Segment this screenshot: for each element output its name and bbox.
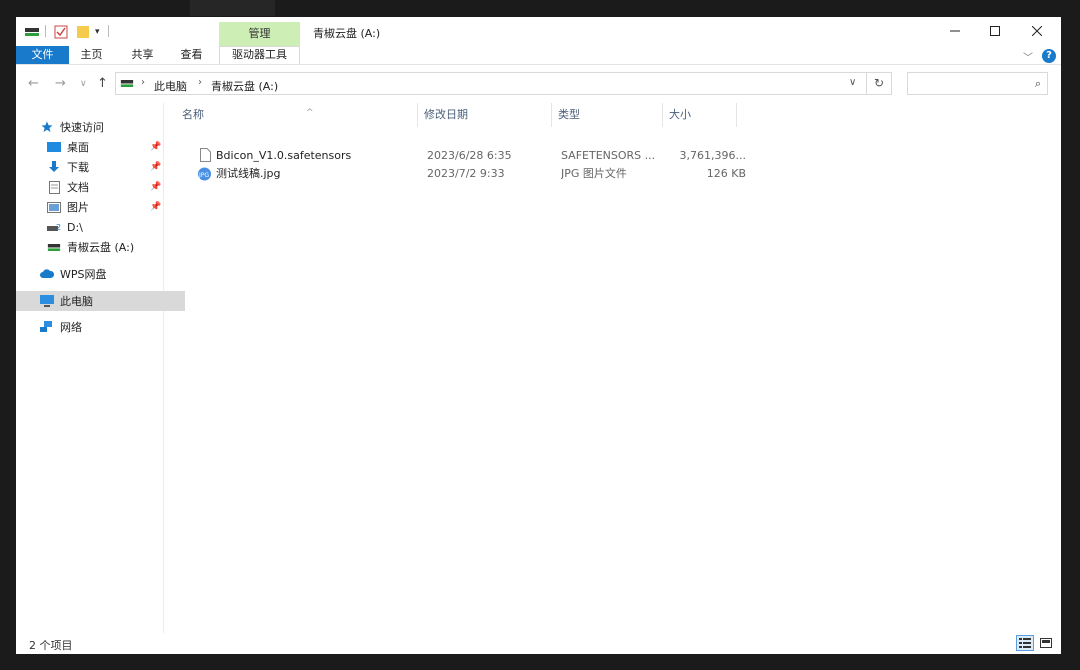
pin-icon: 📌 [150,142,162,152]
sidebar-item-label: 文档 [67,181,89,194]
sidebar-item-label: 网络 [60,321,82,334]
file-size: 3,761,396... [679,149,746,162]
title-bar: ▾ 管理 青椒云盘 (A:) [16,17,1061,46]
recent-locations-icon[interactable]: ∨ [80,79,87,89]
network-icon [40,320,54,334]
refresh-icon[interactable]: ↻ [867,72,892,95]
file-name: 测试线稿.jpg [216,167,281,180]
file-type: JPG 图片文件 [561,167,627,180]
sidebar-item-label: D:\ [67,220,83,234]
column-label: 名称 [182,108,204,121]
sidebar-item-label: WPS网盘 [60,268,107,281]
column-header-type[interactable]: 类型 [552,103,663,127]
column-header-name[interactable]: 名称 ^ [176,103,418,127]
address-dropdown-icon[interactable]: ∨ [849,77,856,88]
ribbon-expand-icon[interactable]: ﹀ [1023,49,1033,64]
customize-toolbar-icon[interactable]: ▾ [95,24,100,40]
forward-icon[interactable]: → [55,76,66,91]
ribbon-tabs: 文件 主页 共享 查看 驱动器工具 [16,46,1061,65]
search-input[interactable]: ⌕ [907,72,1048,95]
tab-file[interactable]: 文件 [16,46,69,64]
drive-location-icon [120,78,134,92]
drive-icon: 2 [47,220,61,234]
table-row[interactable]: JPG 测试线稿.jpg 2023/7/2 9:33 JPG 图片文件 126 … [176,165,756,183]
sidebar-item-wps-drive[interactable]: WPS网盘 [16,264,185,284]
jpg-image-icon: JPG [197,167,212,184]
tab-share[interactable]: 共享 [124,46,161,64]
pin-icon: 📌 [150,162,162,172]
network-drive-icon [47,240,61,254]
up-icon[interactable]: ↑ [97,76,108,91]
new-folder-icon[interactable] [76,24,90,40]
column-header-date[interactable]: 修改日期 [418,103,552,127]
sidebar-item-label: 桌面 [67,141,89,154]
file-date: 2023/6/28 6:35 [427,149,512,162]
minimize-button[interactable] [934,20,976,42]
computer-icon [40,294,54,308]
sidebar-item-label: 下载 [67,161,89,174]
file-size: 126 KB [706,167,746,180]
drive-app-icon [24,24,40,40]
status-bar: 2 个项目 [16,633,1061,654]
background-shape [190,0,275,16]
svg-text:2: 2 [56,223,61,232]
sidebar-item-label: 快速访问 [60,121,104,134]
tab-view[interactable]: 查看 [173,46,210,64]
file-date: 2023/7/2 9:33 [427,167,505,180]
sort-ascending-icon: ^ [306,108,314,118]
desktop-icon [47,140,61,154]
breadcrumb-this-pc[interactable]: 此电脑 [154,78,187,94]
tab-home[interactable]: 主页 [73,46,110,64]
breadcrumb-drive[interactable]: 青椒云盘 (A:) [211,78,278,94]
sidebar-item-label: 此电脑 [60,295,93,308]
download-icon [47,160,61,174]
breadcrumb-chevron-icon[interactable]: › [198,77,202,88]
sidebar-item-network[interactable]: 网络 [16,317,185,337]
star-icon [40,120,54,134]
close-button[interactable] [1016,20,1058,42]
sidebar-item-label: 青椒云盘 (A:) [67,241,135,254]
back-icon[interactable]: ← [28,76,39,91]
sidebar-item-this-pc[interactable]: 此电脑 [16,291,185,311]
file-name: Bdicon_V1.0.safetensors [216,149,352,162]
window-title: 青椒云盘 (A:) [313,27,381,40]
explorer-window: ▾ 管理 青椒云盘 (A:) 文件 主页 共享 查看 驱动器工具 ﹀ ? ← →… [16,17,1061,654]
sidebar-item-label: 图片 [67,201,89,214]
cloud-icon [40,267,54,281]
pictures-icon [47,200,61,214]
navigation-pane: 快速访问 桌面 📌 下载 📌 文档 📌 图片 📌 2 D:\ 青椒云盘 (A:)… [16,103,185,633]
manage-context-header: 管理 [219,22,300,46]
pin-icon: 📌 [150,202,162,212]
svg-text:JPG: JPG [198,172,209,179]
maximize-button[interactable] [974,20,1016,42]
table-row[interactable]: Bdicon_V1.0.safetensors 2023/6/28 6:35 S… [176,147,756,165]
address-bar[interactable]: › 此电脑 › 青椒云盘 (A:) ∨ [115,72,867,95]
column-header-size[interactable]: 大小 [663,103,737,127]
details-view-icon[interactable] [1016,635,1034,651]
search-icon: ⌕ [1034,77,1041,90]
navigation-bar: ← → ∨ ↑ › 此电脑 › 青椒云盘 (A:) ∨ ↻ ⌕ [16,65,1061,103]
file-list: 名称 ^ 修改日期 类型 大小 Bdicon_V1.0.safetensors … [164,103,1061,633]
tab-drive-tools[interactable]: 驱动器工具 [219,46,300,64]
file-type: SAFETENSORS ... [561,149,656,162]
pin-icon: 📌 [150,182,162,192]
help-icon[interactable]: ? [1042,49,1056,63]
large-icons-view-icon[interactable] [1037,635,1055,651]
properties-icon[interactable] [54,24,68,40]
breadcrumb-chevron-icon[interactable]: › [141,77,145,88]
sidebar-item-quick-access[interactable]: 快速访问 [16,117,185,137]
item-count: 2 个项目 [29,639,73,652]
file-icon [200,148,211,165]
document-icon [47,180,61,194]
